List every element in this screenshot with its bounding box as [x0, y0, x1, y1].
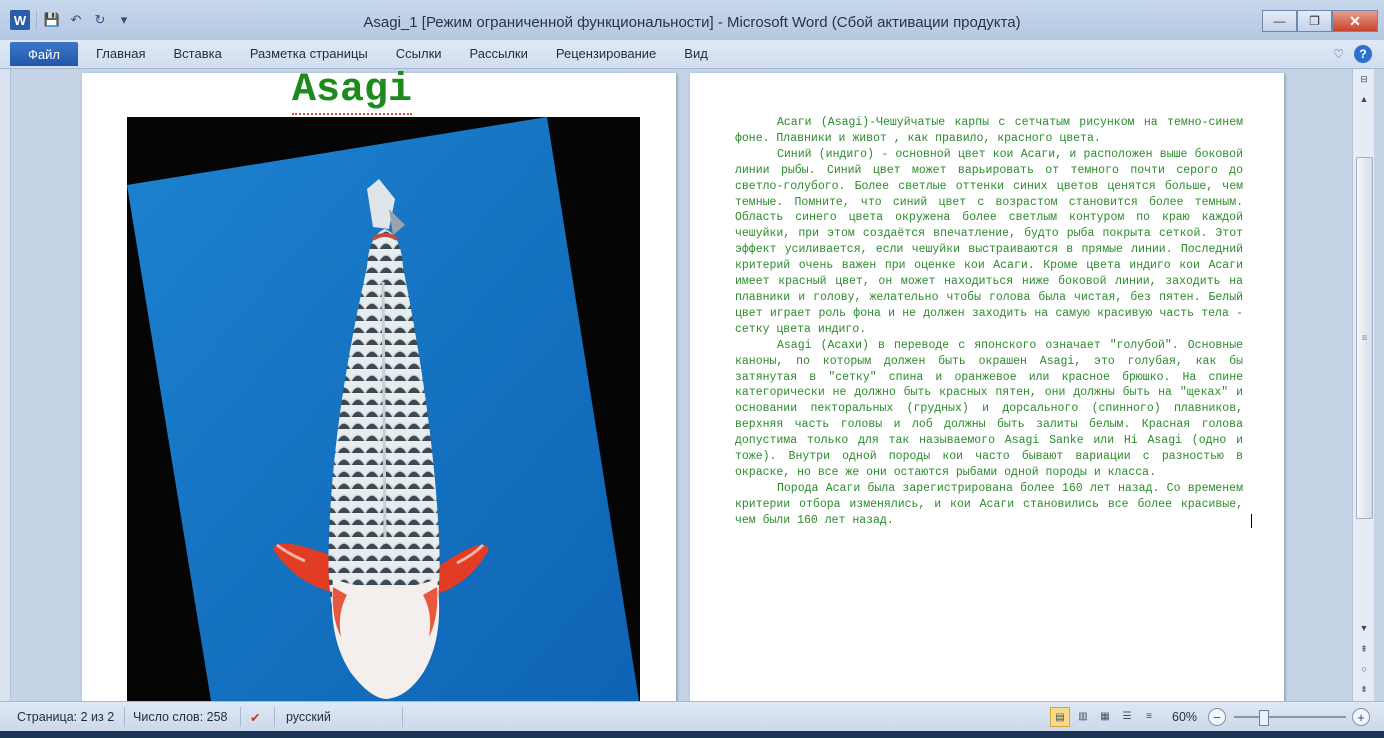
paragraph: Порода Асаги была зарегистрирована более… [735, 481, 1243, 527]
ribbon-tabs: Файл Главная Вставка Разметка страницы С… [0, 40, 1384, 69]
koi-photo[interactable] [127, 117, 640, 701]
tab-file[interactable]: Файл [10, 42, 78, 66]
document-heading: Asagi [82, 69, 622, 115]
heading-text: Asagi [291, 69, 413, 115]
paragraph: Асаги (Asagi)-Чешуйчатые карпы с сетчаты… [735, 116, 1243, 145]
page-count[interactable]: Страница: 2 из 2 [17, 710, 114, 724]
taskbar [0, 731, 1384, 738]
window-controls: — ❐ ✕ [1262, 10, 1378, 32]
maximize-button[interactable]: ❐ [1297, 10, 1332, 32]
close-button[interactable]: ✕ [1332, 10, 1378, 32]
full-screen-reading-icon[interactable]: ▥ [1074, 707, 1092, 725]
scroll-thumb[interactable]: ≡ [1356, 157, 1373, 519]
ruler-toggle-icon[interactable]: ⊟ [1355, 71, 1373, 87]
draft-icon[interactable]: ≡ [1140, 707, 1158, 725]
tab-home[interactable]: Главная [96, 46, 145, 61]
tab-mailings[interactable]: Рассылки [470, 46, 528, 61]
tab-view[interactable]: Вид [684, 46, 708, 61]
tab-list: Главная Вставка Разметка страницы Ссылки… [96, 46, 736, 61]
status-bar: Страница: 2 из 2 Число слов: 258 ✔ русск… [0, 701, 1384, 732]
word-count[interactable]: Число слов: 258 [133, 710, 228, 724]
view-buttons: ▤ ▥ ▦ ☰ ≡ [1050, 707, 1158, 727]
document-area: Asagi Асаги (Asagi)-Чешуйчатые карпы с с… [0, 69, 1352, 701]
paragraph: Синий (индиго) - основной цвет кои Асаги… [735, 147, 1243, 336]
minimize-button[interactable]: — [1262, 10, 1297, 32]
zoom-level[interactable]: 60% [1172, 710, 1197, 724]
tab-review[interactable]: Рецензирование [556, 46, 656, 61]
ribbon-right-controls: ♡ ? [1333, 45, 1372, 63]
page-1[interactable]: Asagi [82, 69, 676, 701]
language[interactable]: русский [286, 710, 331, 724]
outline-icon[interactable]: ☰ [1118, 707, 1136, 725]
body-text[interactable]: Асаги (Asagi)-Чешуйчатые карпы с сетчаты… [735, 115, 1243, 529]
title-bar: W 💾 ↶ ↻ ▾ Asagi_1 [Режим ограниченной фу… [0, 0, 1384, 40]
tab-insert[interactable]: Вставка [173, 46, 221, 61]
window-edge [1374, 69, 1384, 701]
koi-image-svg [127, 117, 640, 701]
web-layout-icon[interactable]: ▦ [1096, 707, 1114, 725]
zoom-in-button[interactable]: + [1352, 708, 1370, 726]
window-title: Asagi_1 [Режим ограниченной функциональн… [363, 14, 1021, 31]
status-separator [240, 707, 241, 727]
page-2[interactable]: Асаги (Asagi)-Чешуйчатые карпы с сетчаты… [690, 73, 1284, 701]
grip-icon: ≡ [1361, 332, 1368, 344]
help-icon[interactable]: ? [1354, 45, 1372, 63]
text-cursor [1251, 514, 1252, 528]
zoom-out-button[interactable]: − [1208, 708, 1226, 726]
zoom-slider-track[interactable] [1234, 716, 1346, 718]
proofing-icon[interactable]: ✔ [250, 710, 260, 725]
status-separator [124, 707, 125, 727]
collapse-ribbon-icon[interactable]: ♡ [1333, 47, 1344, 61]
previous-page-icon[interactable]: ⇞ [1355, 641, 1373, 657]
paragraph: Asagi (Асахи) в переводе с японского озн… [735, 338, 1243, 479]
scroll-down-icon[interactable]: ▼ [1355, 620, 1373, 636]
tab-page-layout[interactable]: Разметка страницы [250, 46, 368, 61]
status-separator [402, 707, 403, 727]
zoom-slider-knob[interactable] [1259, 710, 1269, 726]
scroll-up-icon[interactable]: ▲ [1355, 91, 1373, 107]
browse-object-icon[interactable]: ○ [1355, 661, 1373, 677]
next-page-icon[interactable]: ⇟ [1355, 681, 1373, 697]
tab-references[interactable]: Ссылки [396, 46, 442, 61]
vertical-ruler [0, 69, 11, 701]
vertical-scrollbar[interactable]: ⊟ ▲ ≡ ▼ ⇞ ○ ⇟ [1352, 69, 1375, 701]
status-separator [274, 707, 275, 727]
print-layout-icon[interactable]: ▤ [1050, 707, 1070, 727]
